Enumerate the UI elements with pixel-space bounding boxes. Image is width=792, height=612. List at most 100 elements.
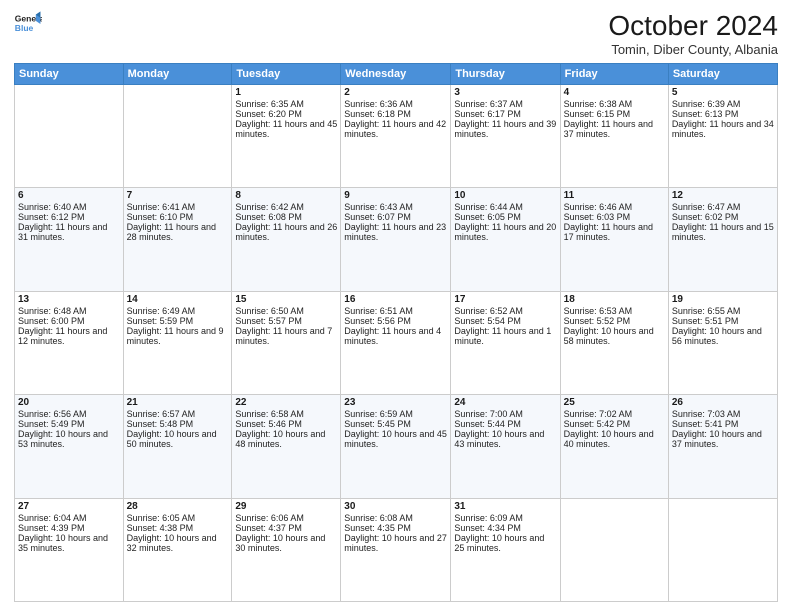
sunset-text: Sunset: 4:34 PM — [454, 523, 556, 533]
day-cell: 21Sunrise: 6:57 AMSunset: 5:48 PMDayligh… — [123, 395, 232, 498]
sunset-text: Sunset: 5:42 PM — [564, 419, 665, 429]
sunset-text: Sunset: 6:02 PM — [672, 212, 774, 222]
day-cell: 12Sunrise: 6:47 AMSunset: 6:02 PMDayligh… — [668, 188, 777, 291]
sunrise-text: Sunrise: 6:42 AM — [235, 202, 337, 212]
day-cell: 11Sunrise: 6:46 AMSunset: 6:03 PMDayligh… — [560, 188, 668, 291]
sunrise-text: Sunrise: 6:06 AM — [235, 513, 337, 523]
day-number: 27 — [18, 501, 120, 512]
daylight-text: Daylight: 10 hours and 43 minutes. — [454, 429, 556, 449]
day-number: 5 — [672, 87, 774, 98]
daylight-text: Daylight: 11 hours and 1 minute. — [454, 326, 556, 346]
day-number: 6 — [18, 190, 120, 201]
sunset-text: Sunset: 5:41 PM — [672, 419, 774, 429]
daylight-text: Daylight: 11 hours and 45 minutes. — [235, 119, 337, 139]
day-cell: 4Sunrise: 6:38 AMSunset: 6:15 PMDaylight… — [560, 85, 668, 188]
day-cell: 31Sunrise: 6:09 AMSunset: 4:34 PMDayligh… — [451, 498, 560, 601]
day-number: 3 — [454, 87, 556, 98]
daylight-text: Daylight: 11 hours and 26 minutes. — [235, 222, 337, 242]
daylight-text: Daylight: 10 hours and 50 minutes. — [127, 429, 229, 449]
logo-icon: General Blue — [14, 10, 42, 38]
day-number: 10 — [454, 190, 556, 201]
daylight-text: Daylight: 10 hours and 27 minutes. — [344, 533, 447, 553]
sunset-text: Sunset: 4:38 PM — [127, 523, 229, 533]
day-number: 15 — [235, 294, 337, 305]
col-wednesday: Wednesday — [341, 64, 451, 85]
col-saturday: Saturday — [668, 64, 777, 85]
sunrise-text: Sunrise: 6:53 AM — [564, 306, 665, 316]
sunrise-text: Sunrise: 6:35 AM — [235, 99, 337, 109]
sunrise-text: Sunrise: 6:56 AM — [18, 409, 120, 419]
day-cell: 9Sunrise: 6:43 AMSunset: 6:07 PMDaylight… — [341, 188, 451, 291]
daylight-text: Daylight: 11 hours and 23 minutes. — [344, 222, 447, 242]
day-number: 4 — [564, 87, 665, 98]
sunrise-text: Sunrise: 6:48 AM — [18, 306, 120, 316]
sunset-text: Sunset: 5:52 PM — [564, 316, 665, 326]
sunrise-text: Sunrise: 6:50 AM — [235, 306, 337, 316]
daylight-text: Daylight: 11 hours and 4 minutes. — [344, 326, 447, 346]
location-title: Tomin, Diber County, Albania — [608, 42, 778, 57]
day-cell: 6Sunrise: 6:40 AMSunset: 6:12 PMDaylight… — [15, 188, 124, 291]
sunset-text: Sunset: 6:05 PM — [454, 212, 556, 222]
daylight-text: Daylight: 10 hours and 58 minutes. — [564, 326, 665, 346]
sunrise-text: Sunrise: 6:57 AM — [127, 409, 229, 419]
day-cell: 2Sunrise: 6:36 AMSunset: 6:18 PMDaylight… — [341, 85, 451, 188]
sunrise-text: Sunrise: 6:43 AM — [344, 202, 447, 212]
day-cell: 28Sunrise: 6:05 AMSunset: 4:38 PMDayligh… — [123, 498, 232, 601]
sunrise-text: Sunrise: 6:52 AM — [454, 306, 556, 316]
sunrise-text: Sunrise: 7:03 AM — [672, 409, 774, 419]
col-sunday: Sunday — [15, 64, 124, 85]
sunrise-text: Sunrise: 6:47 AM — [672, 202, 774, 212]
day-number: 12 — [672, 190, 774, 201]
sunrise-text: Sunrise: 6:40 AM — [18, 202, 120, 212]
day-cell: 15Sunrise: 6:50 AMSunset: 5:57 PMDayligh… — [232, 291, 341, 394]
sunrise-text: Sunrise: 6:55 AM — [672, 306, 774, 316]
col-thursday: Thursday — [451, 64, 560, 85]
day-cell — [560, 498, 668, 601]
sunrise-text: Sunrise: 6:41 AM — [127, 202, 229, 212]
week-row-0: 1Sunrise: 6:35 AMSunset: 6:20 PMDaylight… — [15, 85, 778, 188]
header-row: Sunday Monday Tuesday Wednesday Thursday… — [15, 64, 778, 85]
daylight-text: Daylight: 11 hours and 12 minutes. — [18, 326, 120, 346]
day-cell: 10Sunrise: 6:44 AMSunset: 6:05 PMDayligh… — [451, 188, 560, 291]
day-cell: 18Sunrise: 6:53 AMSunset: 5:52 PMDayligh… — [560, 291, 668, 394]
sunrise-text: Sunrise: 6:36 AM — [344, 99, 447, 109]
day-cell: 29Sunrise: 6:06 AMSunset: 4:37 PMDayligh… — [232, 498, 341, 601]
svg-text:Blue: Blue — [15, 23, 34, 33]
day-number: 19 — [672, 294, 774, 305]
sunset-text: Sunset: 6:10 PM — [127, 212, 229, 222]
daylight-text: Daylight: 10 hours and 53 minutes. — [18, 429, 120, 449]
day-number: 21 — [127, 397, 229, 408]
day-number: 13 — [18, 294, 120, 305]
sunrise-text: Sunrise: 6:58 AM — [235, 409, 337, 419]
daylight-text: Daylight: 10 hours and 32 minutes. — [127, 533, 229, 553]
sunset-text: Sunset: 6:12 PM — [18, 212, 120, 222]
day-number: 7 — [127, 190, 229, 201]
week-row-1: 6Sunrise: 6:40 AMSunset: 6:12 PM Daylight… — [15, 188, 778, 291]
sunset-text: Sunset: 5:59 PM — [127, 316, 229, 326]
day-number: 9 — [344, 190, 447, 201]
day-cell: 5Sunrise: 6:39 AMSunset: 6:13 PMDaylight… — [668, 85, 777, 188]
day-number: 24 — [454, 397, 556, 408]
day-cell: 16Sunrise: 6:51 AMSunset: 5:56 PMDayligh… — [341, 291, 451, 394]
sunset-text: Sunset: 5:46 PM — [235, 419, 337, 429]
day-number: 26 — [672, 397, 774, 408]
daylight-text: Daylight: 11 hours and 39 minutes. — [454, 119, 556, 139]
day-number: 2 — [344, 87, 447, 98]
page: General Blue October 2024 Tomin, Diber C… — [0, 0, 792, 612]
day-cell: 8Sunrise: 6:42 AMSunset: 6:08 PMDaylight… — [232, 188, 341, 291]
week-row-4: 27Sunrise: 6:04 AMSunset: 4:39 PMDayligh… — [15, 498, 778, 601]
daylight-text: Daylight: 10 hours and 45 minutes. — [344, 429, 447, 449]
sunset-text: Sunset: 4:39 PM — [18, 523, 120, 533]
sunrise-text: Sunrise: 7:00 AM — [454, 409, 556, 419]
sunrise-text: Sunrise: 6:08 AM — [344, 513, 447, 523]
sunrise-text: Sunrise: 6:46 AM — [564, 202, 665, 212]
sunrise-text: Sunrise: 7:02 AM — [564, 409, 665, 419]
sunset-text: Sunset: 6:13 PM — [672, 109, 774, 119]
sunset-text: Sunset: 6:00 PM — [18, 316, 120, 326]
daylight-text: Daylight: 10 hours and 30 minutes. — [235, 533, 337, 553]
day-cell: 7Sunrise: 6:41 AMSunset: 6:10 PMDaylight… — [123, 188, 232, 291]
day-number: 22 — [235, 397, 337, 408]
day-number: 28 — [127, 501, 229, 512]
day-number: 16 — [344, 294, 447, 305]
logo: General Blue — [14, 10, 42, 38]
